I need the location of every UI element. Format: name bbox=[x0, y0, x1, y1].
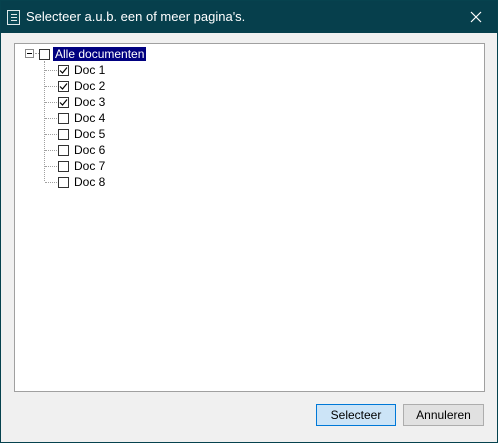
tree-item[interactable]: Doc 5 bbox=[58, 126, 107, 142]
dialog-window: Selecteer a.u.b. een of meer pagina's. A… bbox=[0, 0, 498, 443]
tree-item[interactable]: Doc 3 bbox=[58, 94, 107, 110]
item-checkbox[interactable] bbox=[58, 160, 69, 172]
close-icon bbox=[470, 11, 482, 23]
tree-connector bbox=[45, 166, 57, 167]
tree-root-node[interactable]: Alle documenten bbox=[39, 46, 147, 62]
close-button[interactable] bbox=[453, 1, 498, 33]
item-checkbox[interactable] bbox=[58, 64, 69, 76]
select-button[interactable]: Selecteer bbox=[316, 404, 396, 426]
tree-connector bbox=[45, 150, 57, 151]
window-title: Selecteer a.u.b. een of meer pagina's. bbox=[26, 9, 246, 24]
tree-connector bbox=[44, 61, 45, 181]
tree-item[interactable]: Doc 1 bbox=[58, 62, 107, 78]
item-checkbox[interactable] bbox=[58, 128, 69, 140]
root-label: Alle documenten bbox=[53, 47, 147, 61]
tree-item[interactable]: Doc 8 bbox=[58, 174, 107, 190]
tree-connector bbox=[45, 70, 57, 71]
document-list-icon bbox=[7, 10, 20, 25]
checkmark-icon bbox=[59, 66, 68, 74]
tree-item[interactable]: Doc 2 bbox=[58, 78, 107, 94]
item-checkbox[interactable] bbox=[58, 112, 69, 124]
checkmark-icon bbox=[59, 98, 68, 106]
tree-connector bbox=[45, 134, 57, 135]
document-tree[interactable]: Alle documenten Doc 1 Doc 2 Doc 3 Doc 4 Doc … bbox=[14, 43, 485, 392]
title-bar[interactable]: Selecteer a.u.b. een of meer pagina's. bbox=[1, 1, 497, 33]
item-checkbox[interactable] bbox=[58, 96, 69, 108]
item-checkbox[interactable] bbox=[58, 80, 69, 92]
item-label: Doc 1 bbox=[74, 63, 106, 77]
tree-item[interactable]: Doc 7 bbox=[58, 158, 107, 174]
checkmark-icon bbox=[59, 82, 68, 90]
tree-item[interactable]: Doc 4 bbox=[58, 110, 107, 126]
item-label: Doc 3 bbox=[74, 95, 106, 109]
item-checkbox[interactable] bbox=[58, 176, 69, 188]
item-label: Doc 7 bbox=[74, 159, 106, 173]
root-checkbox[interactable] bbox=[39, 48, 50, 60]
item-label: Doc 5 bbox=[74, 127, 106, 141]
item-label: Doc 6 bbox=[74, 143, 106, 157]
tree-connector bbox=[45, 118, 57, 119]
tree-connector bbox=[45, 86, 57, 87]
item-checkbox[interactable] bbox=[58, 144, 69, 156]
item-label: Doc 8 bbox=[74, 175, 106, 189]
item-label: Doc 2 bbox=[74, 79, 106, 93]
cancel-button[interactable]: Annuleren bbox=[403, 404, 484, 426]
tree-connector bbox=[45, 102, 57, 103]
tree-connector bbox=[45, 182, 57, 183]
item-label: Doc 4 bbox=[74, 111, 106, 125]
tree-item[interactable]: Doc 6 bbox=[58, 142, 107, 158]
collapse-toggle[interactable] bbox=[25, 49, 34, 58]
